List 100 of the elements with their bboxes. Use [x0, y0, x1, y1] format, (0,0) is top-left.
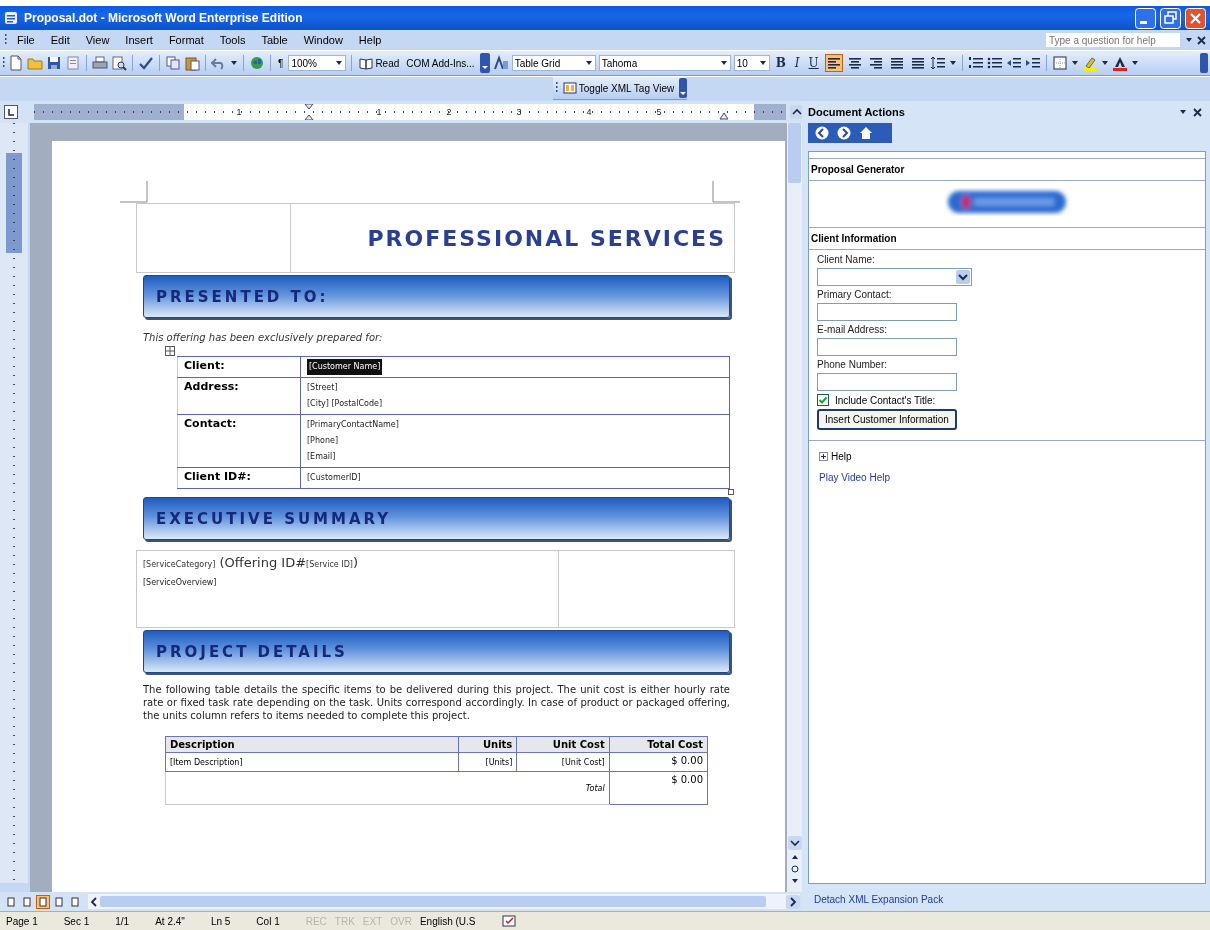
styles-icon[interactable]: [492, 55, 509, 71]
scroll-right-icon[interactable]: [786, 894, 800, 909]
field-tag[interactable]: [Phone]: [307, 433, 339, 449]
close-icon[interactable]: [1193, 107, 1202, 117]
dropdown-arrow-icon[interactable]: [1179, 108, 1187, 116]
ruler[interactable]: 1 1 2 3 4 5: [34, 104, 786, 120]
line-spacing-icon[interactable]: [929, 55, 946, 71]
format-button[interactable]: U: [805, 56, 822, 70]
back-icon[interactable]: [814, 125, 830, 141]
caret-icon[interactable]: [1100, 59, 1109, 67]
toggle-xml-tag-view-button[interactable]: Toggle XML Tag View: [560, 81, 677, 95]
field-tag[interactable]: [ServiceOverview]: [143, 578, 552, 587]
align-left-icon[interactable]: [824, 54, 843, 72]
status-text: Page 1: [6, 915, 38, 927]
spelling-check-icon[interactable]: [138, 55, 154, 71]
decrease-indent-icon[interactable]: [1005, 55, 1022, 71]
format-button[interactable]: I: [791, 56, 803, 70]
caret-icon[interactable]: [719, 59, 728, 67]
caret-icon[interactable]: [758, 59, 767, 67]
copy-icon[interactable]: [165, 55, 181, 71]
forward-icon[interactable]: [836, 125, 852, 141]
field-label: E-mail Address:: [817, 324, 889, 335]
read-button[interactable]: Read: [357, 56, 402, 70]
toolbar-options-icon[interactable]: [679, 78, 688, 98]
scrollbar-thumb[interactable]: [100, 896, 766, 907]
outline-view-icon[interactable]: [52, 894, 66, 909]
table-cell: $ 0.00: [609, 771, 708, 805]
increase-indent-icon[interactable]: [1024, 55, 1041, 71]
toolbar-options-icon[interactable]: [479, 53, 490, 73]
detach-link[interactable]: Detach XML Expansion Pack: [814, 894, 944, 905]
globe-icon[interactable]: [249, 55, 265, 71]
font-dropdown[interactable]: Tahoma: [598, 55, 731, 71]
input-field[interactable]: [817, 338, 957, 356]
table-resize-handle-icon[interactable]: [728, 489, 734, 495]
normal-view-icon[interactable]: [4, 894, 18, 909]
border-icon[interactable]: [1051, 55, 1068, 71]
menu-item[interactable]: File: [11, 34, 41, 46]
menu-item[interactable]: Insert: [119, 34, 159, 46]
style-dropdown[interactable]: Table Grid: [511, 55, 596, 71]
insert-customer-information-button[interactable]: Insert Customer Information: [817, 409, 957, 430]
font-size-dropdown[interactable]: 10: [733, 55, 770, 71]
help-label[interactable]: Help: [831, 451, 852, 462]
offering-line: [ServiceCategory] (Offering ID#[Service ID]): [143, 555, 360, 570]
scrollbar-thumb[interactable]: [788, 123, 801, 183]
field-tag[interactable]: [Email]: [307, 449, 336, 465]
caret-icon[interactable]: [1070, 59, 1079, 67]
section-heading: PRESENTED TO:: [156, 287, 329, 306]
menu-item[interactable]: View: [79, 34, 116, 46]
format-button[interactable]: B: [772, 56, 789, 70]
menu-item[interactable]: Tools: [213, 34, 252, 46]
row-label: Address:: [177, 377, 301, 415]
field-tag[interactable]: [CustomerID]: [307, 470, 361, 486]
numbered-list-icon[interactable]: [967, 55, 984, 71]
horizontal-scrollbar[interactable]: [88, 894, 800, 909]
font-color-icon[interactable]: [1111, 55, 1128, 71]
menu-item[interactable]: Format: [162, 34, 210, 46]
input-field[interactable]: [817, 373, 957, 391]
menu-item[interactable]: Window: [297, 34, 349, 46]
close-icon[interactable]: [1197, 35, 1206, 45]
field-tag[interactable]: [Street]: [307, 380, 338, 396]
vertical-scrollbar[interactable]: [787, 123, 802, 892]
caret-icon[interactable]: [230, 59, 238, 67]
bulleted-list-icon[interactable]: [986, 55, 1003, 71]
show-formatting-button[interactable]: ¶: [276, 57, 286, 69]
printer-icon[interactable]: [92, 55, 108, 71]
restore-icon[interactable]: [1160, 7, 1181, 29]
checkbox[interactable]: [817, 394, 829, 406]
caret-icon[interactable]: [948, 59, 957, 67]
reading-layout-icon[interactable]: [68, 894, 82, 909]
menu-item[interactable]: Help: [352, 34, 388, 46]
page-icon[interactable]: [65, 55, 81, 71]
zoom-dropdown[interactable]: 100%: [288, 55, 347, 71]
print-preview-icon[interactable]: [111, 55, 127, 71]
dropdown-arrow-icon[interactable]: [1185, 36, 1193, 44]
field-tag[interactable]: [Customer Name]: [307, 359, 383, 375]
tab-selector-icon[interactable]: [4, 105, 18, 119]
minimize-icon[interactable]: [1135, 7, 1156, 29]
expand-icon[interactable]: [819, 452, 828, 461]
column-header: Unit Cost: [516, 736, 610, 753]
paste-icon[interactable]: [184, 55, 200, 71]
menu-item[interactable]: Edit: [44, 34, 76, 46]
chevron-down-icon[interactable]: [956, 270, 970, 284]
print-layout-icon[interactable]: [36, 894, 50, 909]
scroll-left-icon[interactable]: [88, 894, 100, 909]
help-search-field[interactable]: Type a question for help: [1045, 32, 1181, 48]
com-add-ins-button[interactable]: COM Add-Ins...: [404, 57, 477, 69]
highlighter-icon[interactable]: [1081, 55, 1098, 71]
new-document-icon[interactable]: [8, 55, 24, 71]
video-help-link[interactable]: Play Video Help: [819, 472, 890, 483]
input-field[interactable]: [817, 303, 957, 321]
menu-item[interactable]: Table: [255, 34, 294, 46]
caret-icon[interactable]: [1130, 59, 1139, 67]
field-tag[interactable]: [PrimaryContactName]: [307, 417, 399, 433]
table-move-handle-icon[interactable]: [165, 346, 175, 356]
caret-icon[interactable]: [584, 59, 593, 67]
home-icon[interactable]: [858, 125, 874, 141]
field-tag[interactable]: [City] [PostalCode]: [307, 396, 383, 412]
web-layout-icon[interactable]: [20, 894, 34, 909]
caret-icon[interactable]: [335, 59, 344, 67]
scroll-down-icon[interactable]: [787, 836, 802, 850]
